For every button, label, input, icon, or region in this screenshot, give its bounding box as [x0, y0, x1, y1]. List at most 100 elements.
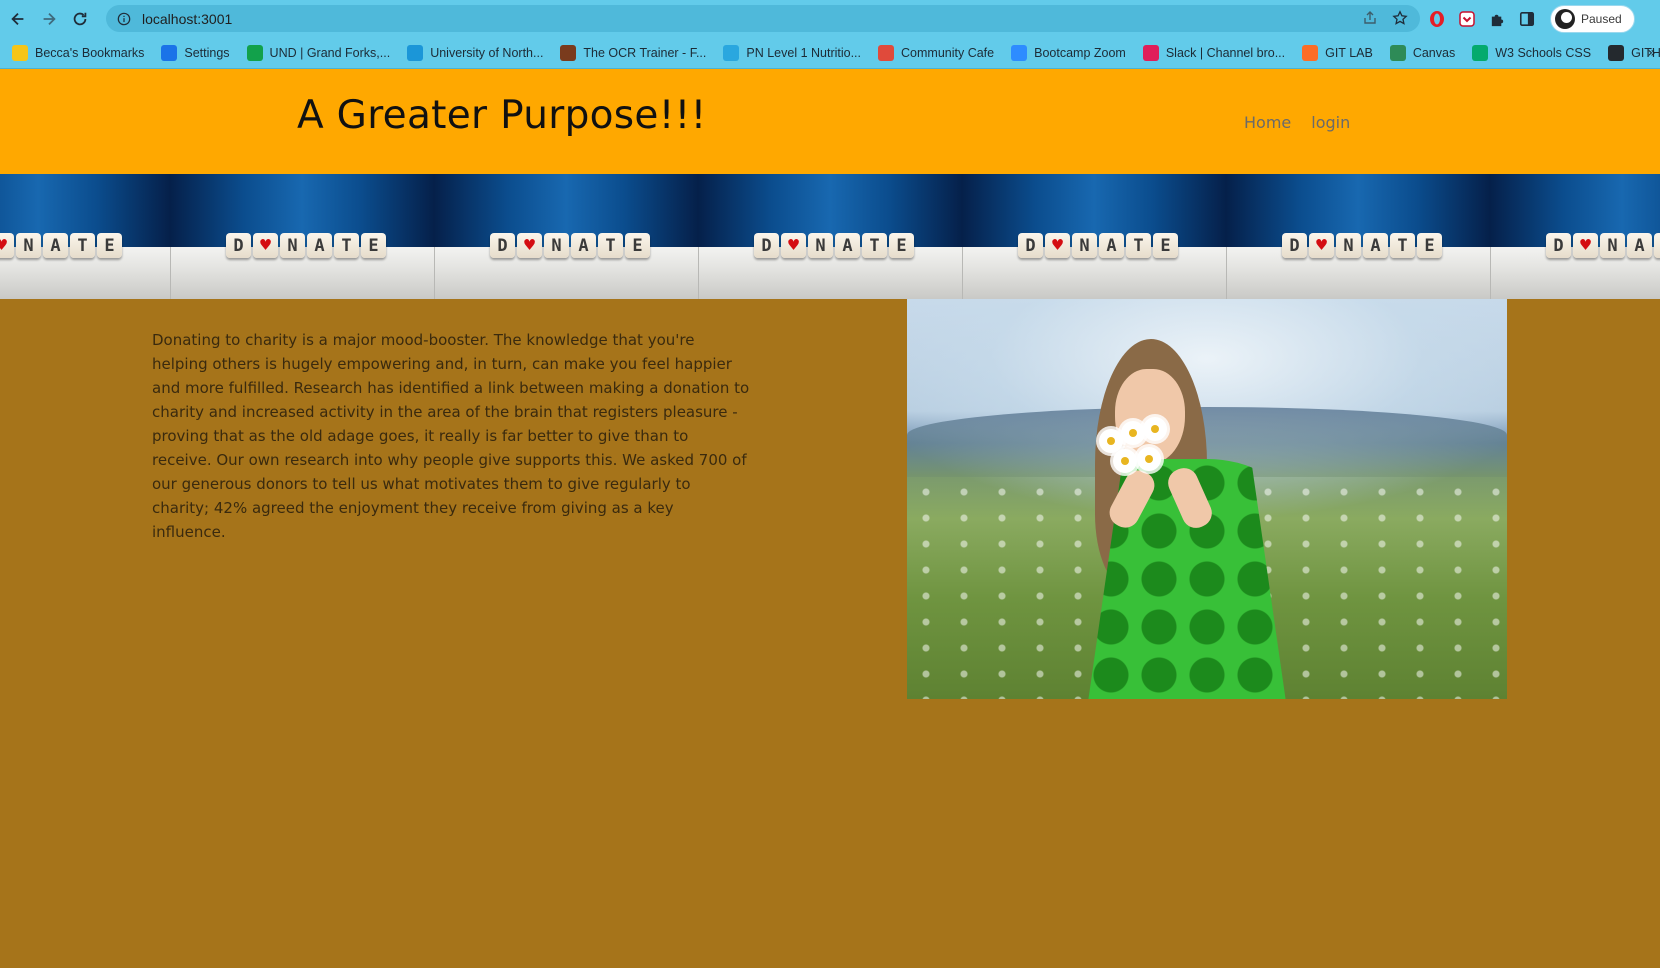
- w3schools-icon: [1472, 44, 1489, 61]
- heart-cube: ♥: [1045, 233, 1070, 258]
- zoom-icon: [1011, 44, 1028, 61]
- gear-icon: [161, 44, 178, 61]
- daisy-icon: [1113, 449, 1137, 473]
- letter-cube: N: [16, 233, 41, 258]
- opera-icon[interactable]: [1428, 10, 1446, 28]
- back-button[interactable]: [5, 6, 31, 32]
- donate-banner-tile: D♥NATE: [170, 174, 434, 299]
- address-bar[interactable]: localhost:3001: [106, 5, 1420, 32]
- letter-cube: A: [571, 233, 596, 258]
- share-icon[interactable]: [1362, 10, 1378, 30]
- letter-cube: A: [835, 233, 860, 258]
- bookmark-item[interactable]: W3 Schools CSS: [1472, 41, 1591, 65]
- chrome-icon: [878, 44, 895, 61]
- heart-cube: ♥: [253, 233, 278, 258]
- letter-cube: A: [1363, 233, 1388, 258]
- daisy-icon: [1121, 421, 1145, 445]
- bookmark-label: Settings: [184, 45, 230, 60]
- letter-cube: T: [1654, 233, 1660, 258]
- forward-button[interactable]: [36, 6, 62, 32]
- reload-icon: [73, 12, 87, 25]
- letter-cube: A: [307, 233, 332, 258]
- girl-with-flowers-photo: [907, 299, 1507, 699]
- letter-cube: T: [334, 233, 359, 258]
- letter-cube: E: [889, 233, 914, 258]
- letter-cube: D: [754, 233, 779, 258]
- heart-cube: ♥: [0, 233, 14, 258]
- bookmark-item[interactable]: Bootcamp Zoom: [1011, 41, 1126, 65]
- puzzle-icon[interactable]: [1488, 10, 1506, 28]
- letter-cube: T: [1126, 233, 1151, 258]
- bookmark-item[interactable]: University of North...: [407, 41, 543, 65]
- pn-icon: [723, 44, 740, 61]
- nav-login-link[interactable]: login: [1311, 113, 1350, 132]
- bookmark-item[interactable]: Slack | Channel bro...: [1142, 41, 1286, 65]
- letter-cube: D: [1546, 233, 1571, 258]
- ocr-icon: [560, 44, 577, 61]
- daisy-icon: [1143, 417, 1167, 441]
- heart-cube: ♥: [1309, 233, 1334, 258]
- bookmark-item[interactable]: Settings: [161, 41, 230, 65]
- letter-cube: N: [280, 233, 305, 258]
- donate-banner-tile: D♥NATE: [434, 174, 698, 299]
- bookmark-label: GIT LAB: [1325, 45, 1373, 60]
- letter-cube: N: [808, 233, 833, 258]
- arrow-left-icon: [11, 12, 24, 25]
- donate-word: D♥NATE: [226, 233, 386, 258]
- side-panel-icon[interactable]: [1518, 10, 1536, 28]
- bookmarks-bar: Becca's Bookmarks Settings UND | Grand For…: [0, 37, 1660, 69]
- profile-button[interactable]: Paused: [1550, 5, 1635, 33]
- letter-cube: D: [1018, 233, 1043, 258]
- letter-cube: E: [97, 233, 122, 258]
- donate-banner-tile: D♥NATE: [1490, 174, 1660, 299]
- letter-cube: D: [1282, 233, 1307, 258]
- bookmark-label: Community Cafe: [901, 45, 995, 60]
- site-info-icon[interactable]: [116, 11, 132, 27]
- bookmark-item[interactable]: PN Level 1 Nutritio...: [723, 41, 861, 65]
- bookmark-label: Bootcamp Zoom: [1034, 45, 1126, 60]
- daisy-bouquet: [1093, 417, 1173, 487]
- bookmark-item[interactable]: GIT LAB: [1302, 41, 1373, 65]
- browser-toolbar: localhost:3001 Paused: [0, 0, 1660, 37]
- reload-button[interactable]: [67, 6, 93, 32]
- donate-word: D♥NATE: [1018, 233, 1178, 258]
- bookmark-item[interactable]: Community Cafe: [878, 41, 994, 65]
- donate-banner-tile: D♥NATE: [698, 174, 962, 299]
- letter-cube: N: [544, 233, 569, 258]
- star-icon[interactable]: [1392, 10, 1408, 30]
- bookmark-label: Slack | Channel bro...: [1165, 45, 1286, 60]
- site-header: A Greater Purpose!!! Home login: [0, 69, 1660, 174]
- slack-icon: [1142, 44, 1159, 61]
- bookmark-label: Becca's Bookmarks: [35, 45, 145, 60]
- nav-home-link[interactable]: Home: [1244, 113, 1291, 132]
- bookmark-item[interactable]: Canvas: [1389, 41, 1456, 65]
- extensions-area: Paused: [1428, 4, 1635, 34]
- letter-cube: N: [1600, 233, 1625, 258]
- bookmark-label: PN Level 1 Nutritio...: [746, 45, 862, 60]
- letter-cube: T: [862, 233, 887, 258]
- bookmark-label: The OCR Trainer - F...: [583, 45, 707, 60]
- profile-status: Paused: [1581, 12, 1622, 26]
- donate-banner-tile: D♥NATE: [962, 174, 1226, 299]
- heart-cube: ♥: [517, 233, 542, 258]
- donate-word: D♥NATE: [490, 233, 650, 258]
- site-nav: Home login: [1244, 113, 1350, 132]
- bookmark-item[interactable]: The OCR Trainer - F...: [560, 41, 706, 65]
- github-icon: [1608, 44, 1625, 61]
- letter-cube: T: [70, 233, 95, 258]
- letter-cube: E: [1153, 233, 1178, 258]
- gitlab-icon: [1302, 44, 1319, 61]
- letter-cube: A: [1099, 233, 1124, 258]
- heart-cube: ♥: [1573, 233, 1598, 258]
- heart-cube: ♥: [781, 233, 806, 258]
- bookmark-label: University of North...: [430, 45, 544, 60]
- bookmark-item[interactable]: UND | Grand Forks,...: [246, 41, 390, 65]
- bookmark-item[interactable]: Becca's Bookmarks: [12, 41, 144, 65]
- bookmarks-overflow-button[interactable]: »: [1647, 45, 1656, 61]
- letter-cube: A: [1627, 233, 1652, 258]
- letter-cube: T: [598, 233, 623, 258]
- pocket-icon[interactable]: [1458, 10, 1476, 28]
- letter-cube: T: [1390, 233, 1415, 258]
- bookmark-label: Canvas: [1412, 45, 1456, 60]
- daisy-icon: [1137, 447, 1161, 471]
